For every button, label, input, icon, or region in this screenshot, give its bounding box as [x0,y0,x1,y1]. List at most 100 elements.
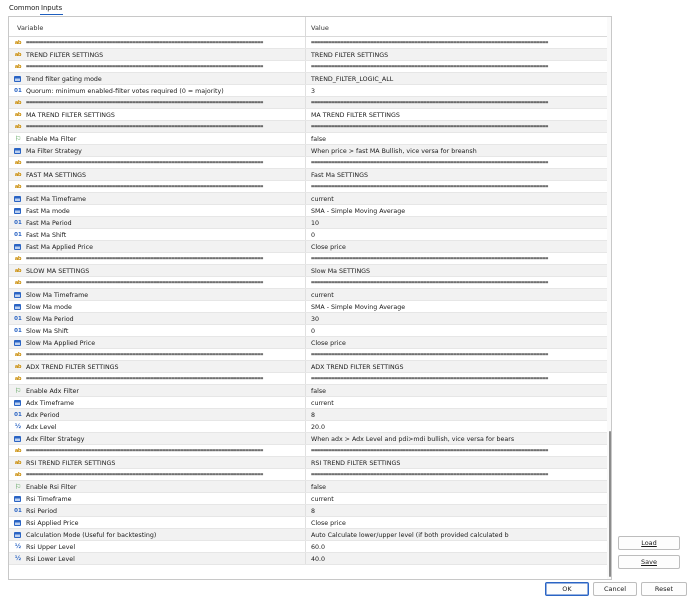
cancel-button[interactable]: Cancel [593,582,637,596]
parameter-row[interactable]: 01 Adx Period 8 [9,409,607,421]
parameter-value[interactable]: Auto Calculate lower/upper level (if bot… [311,532,509,539]
save-button[interactable]: Save [618,555,680,569]
parameter-value[interactable]: 40.0 [311,556,325,563]
column-divider [305,385,306,396]
parameter-row[interactable]: ab ======================================… [9,157,607,169]
parameter-value[interactable]: TREND FILTER SETTINGS [311,52,388,59]
parameter-value[interactable]: current [311,400,334,407]
parameter-row[interactable]: ab ======================================… [9,253,607,265]
parameter-row[interactable]: ab RSI TREND FILTER SETTINGS RSI TREND FIL… [9,457,607,469]
parameter-row[interactable]: ab FAST MA SETTINGS Fast Ma SETTINGS [9,169,607,181]
parameter-row[interactable]: ab ======================================… [9,373,607,385]
parameter-row[interactable]: ½ Rsi Upper Level 60.0 [9,541,607,553]
reset-button[interactable]: Reset [641,582,687,596]
parameter-row[interactable]: ab ======================================… [9,349,607,361]
parameter-row[interactable]: Rsi Timeframe current [9,493,607,505]
separator-variable: ========================================… [26,39,263,46]
parameter-value[interactable]: SMA - Simple Moving Average [311,304,405,311]
column-header-value[interactable]: Value [311,24,329,32]
parameter-value[interactable]: Close price [311,244,346,251]
column-divider [305,505,306,516]
ok-button[interactable]: OK [545,582,589,596]
vertical-scrollbar[interactable] [607,17,611,579]
load-button[interactable]: Load [618,536,680,550]
column-divider [305,37,306,48]
parameter-value[interactable]: Fast Ma SETTINGS [311,172,368,179]
parameter-value[interactable]: RSI TREND FILTER SETTINGS [311,460,400,467]
parameter-row[interactable]: 01 Quorum: minimum enabled-filter votes r… [9,85,607,97]
parameter-value[interactable]: When price > fast MA Bullish, vice versa… [311,148,477,155]
parameter-row[interactable]: Fast Ma mode SMA - Simple Moving Average [9,205,607,217]
parameter-row[interactable]: Trend filter gating mode TREND_FILTER_LOG… [9,73,607,85]
parameter-value[interactable]: SMA - Simple Moving Average [311,208,405,215]
parameter-row[interactable]: Ma Filter Strategy When price > fast MA B… [9,145,607,157]
parameter-value[interactable]: When adx > Adx Level and pdi>mdi bullish… [311,436,514,443]
parameter-row[interactable]: Slow Ma mode SMA - Simple Moving Average [9,301,607,313]
column-divider [305,253,306,264]
column-divider[interactable] [305,17,306,37]
scrollbar-thumb[interactable] [608,431,611,577]
parameter-value[interactable]: false [311,136,326,143]
separator-variable: ========================================… [26,255,263,262]
column-divider [305,529,306,540]
parameter-row[interactable]: ⚐ Enable Adx Filter false [9,385,607,397]
parameter-row[interactable]: ab ======================================… [9,97,607,109]
parameter-row[interactable]: ab ======================================… [9,445,607,457]
parameter-row[interactable]: 01 Fast Ma Period 10 [9,217,607,229]
parameter-value[interactable]: false [311,484,326,491]
parameter-row[interactable]: ab ======================================… [9,121,607,133]
parameter-value[interactable]: current [311,496,334,503]
parameter-row[interactable]: Calculation Mode (Useful for backtesting… [9,529,607,541]
parameter-value[interactable]: current [311,292,334,299]
parameter-row[interactable]: ½ Adx Level 20.0 [9,421,607,433]
parameter-row[interactable]: ab ======================================… [9,181,607,193]
tab-inputs[interactable]: Inputs [39,4,64,15]
parameter-row[interactable]: ⚐ Enable Rsi Filter false [9,481,607,493]
parameter-row[interactable]: Fast Ma Applied Price Close price [9,241,607,253]
parameter-row[interactable]: Adx Timeframe current [9,397,607,409]
parameter-value[interactable]: current [311,196,334,203]
parameter-row[interactable]: 01 Rsi Period 8 [9,505,607,517]
parameter-value[interactable]: Slow Ma SETTINGS [311,268,370,275]
parameter-row[interactable]: ab MA TREND FILTER SETTINGS MA TREND FILTE… [9,109,607,121]
parameter-row[interactable]: 01 Slow Ma Period 30 [9,313,607,325]
parameter-row[interactable]: 01 Fast Ma Shift 0 [9,229,607,241]
parameter-row[interactable]: Fast Ma Timeframe current [9,193,607,205]
parameter-row[interactable]: ab SLOW MA SETTINGS Slow Ma SETTINGS [9,265,607,277]
parameter-value[interactable]: Close price [311,520,346,527]
parameter-value[interactable]: 0 [311,328,315,335]
parameter-row[interactable]: Slow Ma Applied Price Close price [9,337,607,349]
parameter-row[interactable]: ⚐ Enable Ma Filter false [9,133,607,145]
parameter-row[interactable]: Adx Filter Strategy When adx > Adx Level … [9,433,607,445]
parameter-value[interactable]: ADX TREND FILTER SETTINGS [311,364,404,371]
parameter-row[interactable]: ab ADX TREND FILTER SETTINGS ADX TREND FIL… [9,361,607,373]
parameter-value[interactable]: 3 [311,88,315,95]
column-header-variable[interactable]: Variable [17,24,43,32]
parameter-value[interactable]: false [311,388,326,395]
tab-common[interactable]: Common [9,4,40,12]
column-divider [305,277,306,288]
parameter-row[interactable]: Rsi Applied Price Close price [9,517,607,529]
parameter-value[interactable]: 30 [311,316,319,323]
parameter-value[interactable]: 10 [311,220,319,227]
parameter-row[interactable]: ab ======================================… [9,469,607,481]
parameter-row[interactable]: 01 Slow Ma Shift 0 [9,325,607,337]
parameter-row[interactable]: ab ======================================… [9,61,607,73]
enum-type-icon [14,304,21,310]
string-type-icon: ab [14,184,22,190]
parameter-value[interactable]: 20.0 [311,424,325,431]
parameter-value[interactable]: 8 [311,412,315,419]
column-divider [305,517,306,528]
parameter-value[interactable]: MA TREND FILTER SETTINGS [311,112,400,119]
parameter-row[interactable]: ab TREND FILTER SETTINGS TREND FILTER SETT… [9,49,607,61]
parameter-row[interactable]: Slow Ma Timeframe current [9,289,607,301]
parameter-row[interactable]: ab ======================================… [9,277,607,289]
parameter-value[interactable]: Close price [311,340,346,347]
parameter-value[interactable]: 60.0 [311,544,325,551]
parameter-row[interactable]: ab ======================================… [9,37,607,49]
separator-variable: ========================================… [26,279,263,286]
parameter-value[interactable]: 0 [311,232,315,239]
parameter-value[interactable]: 8 [311,508,315,515]
parameter-row[interactable]: ½ Rsi Lower Level 40.0 [9,553,607,565]
parameter-value[interactable]: TREND_FILTER_LOGIC_ALL [311,76,393,83]
